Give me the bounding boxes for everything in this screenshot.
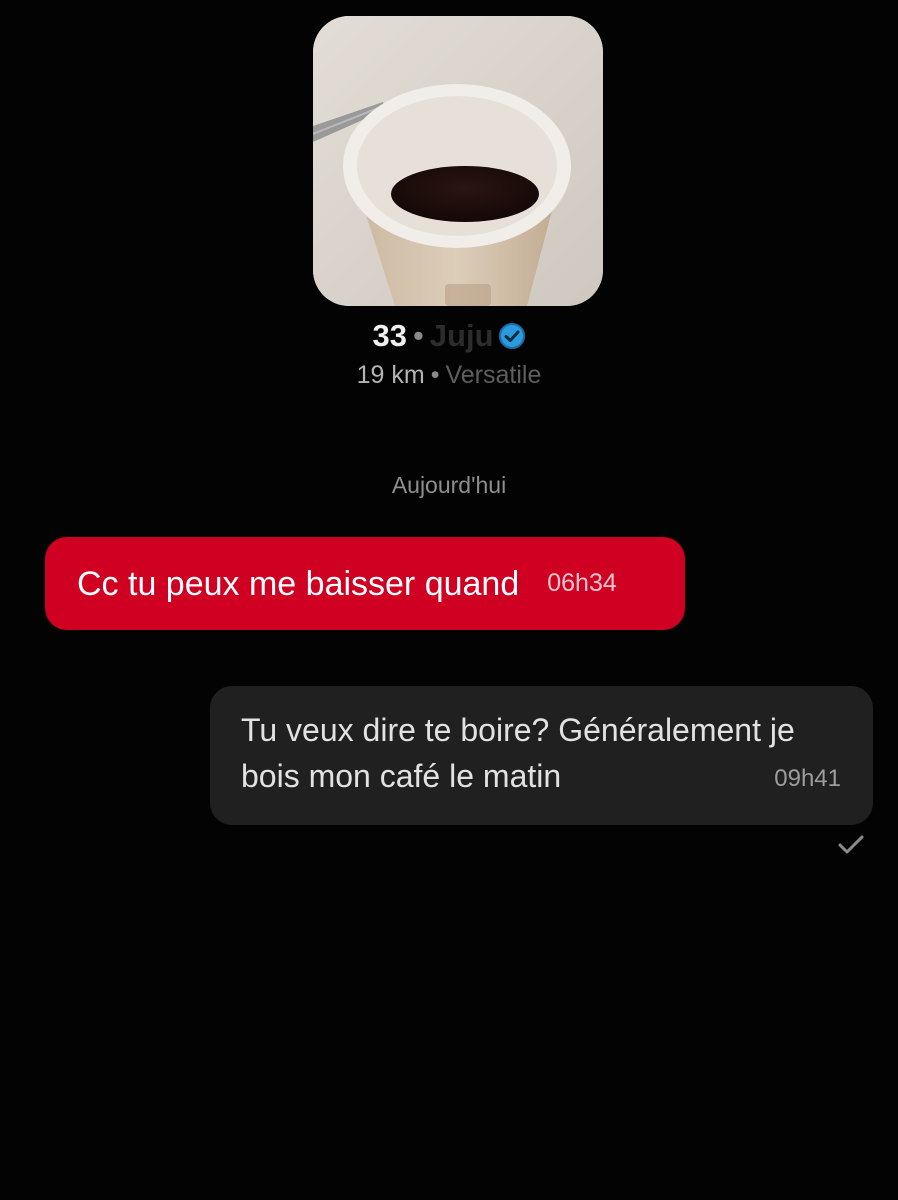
message-text: Cc tu peux me baisser quand — [77, 564, 520, 603]
profile-subheader: 19 km • Versatile — [0, 358, 898, 392]
outgoing-message-bubble[interactable]: Tu veux dire te boire? Généralement je b… — [210, 686, 873, 825]
message-text: Tu veux dire te boire? Généralement je b… — [241, 712, 795, 794]
date-divider: Aujourd'hui — [391, 472, 507, 498]
incoming-message-bubble[interactable]: Cc tu peux me baisser quand 06h34 — [45, 537, 685, 630]
separator-dot: • — [430, 361, 440, 389]
check-icon — [838, 835, 864, 860]
profile-position: Versatile — [445, 361, 542, 389]
message-timestamp: 09h41 — [774, 765, 841, 792]
separator-dot: • — [412, 318, 424, 353]
profile-header: 33 • Juju — [0, 316, 898, 360]
verified-badge-icon — [498, 320, 526, 360]
profile-name[interactable]: Juju — [430, 318, 494, 353]
profile-age: 33 — [372, 318, 407, 353]
coffee-cup-photo — [313, 16, 603, 306]
profile-photo[interactable] — [313, 16, 603, 306]
profile-distance: 19 km — [356, 361, 425, 389]
message-timestamp: 06h34 — [547, 569, 617, 597]
